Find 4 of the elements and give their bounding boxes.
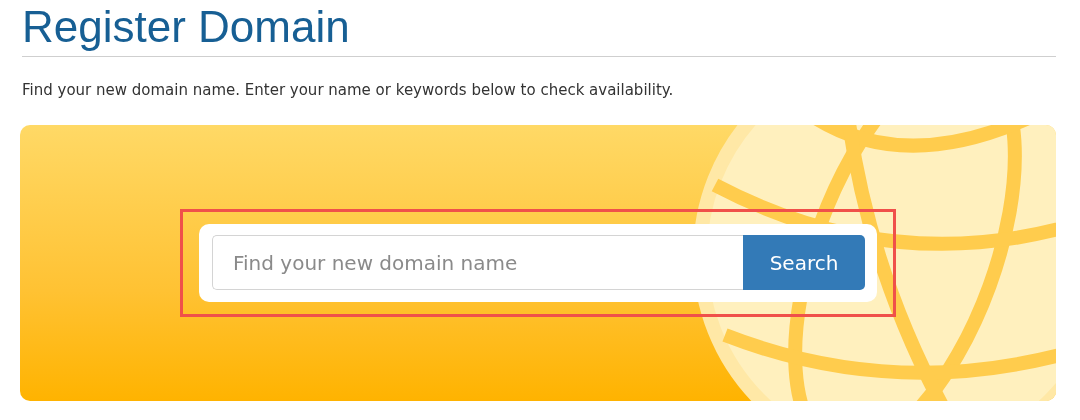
page-title: Register Domain [21, 1, 351, 53]
intro-text: Find your new domain name. Enter your name or keywords below to check availability. [22, 80, 675, 101]
domain-search-field[interactable]: Find your new domain name [212, 235, 743, 290]
search-button[interactable]: Search [743, 235, 865, 290]
